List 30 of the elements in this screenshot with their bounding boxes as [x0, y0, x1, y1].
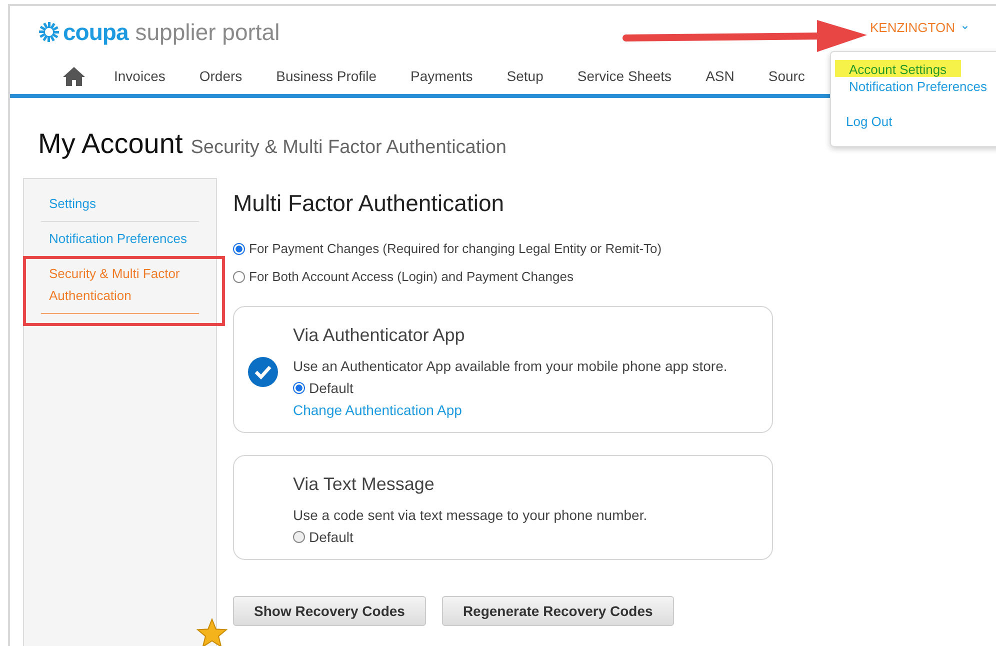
radio-label: Default	[309, 380, 354, 396]
page-subtitle: Security & Multi Factor Authentication	[190, 137, 506, 159]
radio-button[interactable]	[293, 382, 305, 394]
nav-link[interactable]: ASN	[706, 68, 734, 84]
method-title: Via Authenticator App	[293, 325, 466, 346]
nav-link[interactable]: Sourc	[768, 68, 805, 84]
logo-icon	[38, 21, 60, 43]
star-icon	[196, 618, 228, 646]
radio-button[interactable]	[233, 270, 245, 282]
nav-link[interactable]: Invoices	[114, 68, 166, 84]
radio-label: For Payment Changes (Required for changing Legal Entity or Remit-To)	[249, 241, 662, 256]
recovery-codes-button[interactable]: Regenerate Recovery Codes	[442, 596, 674, 626]
nav-link[interactable]: Service Sheets	[577, 68, 672, 84]
radio-label: Default	[309, 529, 354, 545]
logo-brand: coupa	[63, 18, 128, 46]
radio-label: For Both Account Access (Login) and Payment Changes	[249, 269, 574, 284]
page-title: My Account	[38, 128, 183, 160]
logo-product: supplier portal	[135, 18, 280, 46]
method-title: Via Text Message	[293, 474, 436, 495]
recovery-codes-button[interactable]: Show Recovery Codes	[233, 596, 426, 626]
radio-button[interactable]	[293, 531, 305, 543]
nav-link[interactable]: Setup	[506, 68, 544, 84]
nav-link[interactable]: Business Profile	[276, 68, 377, 84]
nav-link[interactable]: Payments	[410, 68, 473, 84]
nav-link[interactable]: Orders	[199, 68, 242, 84]
radio-button[interactable]	[233, 242, 245, 254]
home-icon[interactable]	[62, 66, 86, 86]
method-description: Use a code sent via text message to your phone number.	[293, 507, 648, 523]
section-heading: Multi Factor Authentication	[233, 190, 506, 217]
method-description: Use an Authenticator App available from your mobile phone app store.	[293, 358, 728, 374]
